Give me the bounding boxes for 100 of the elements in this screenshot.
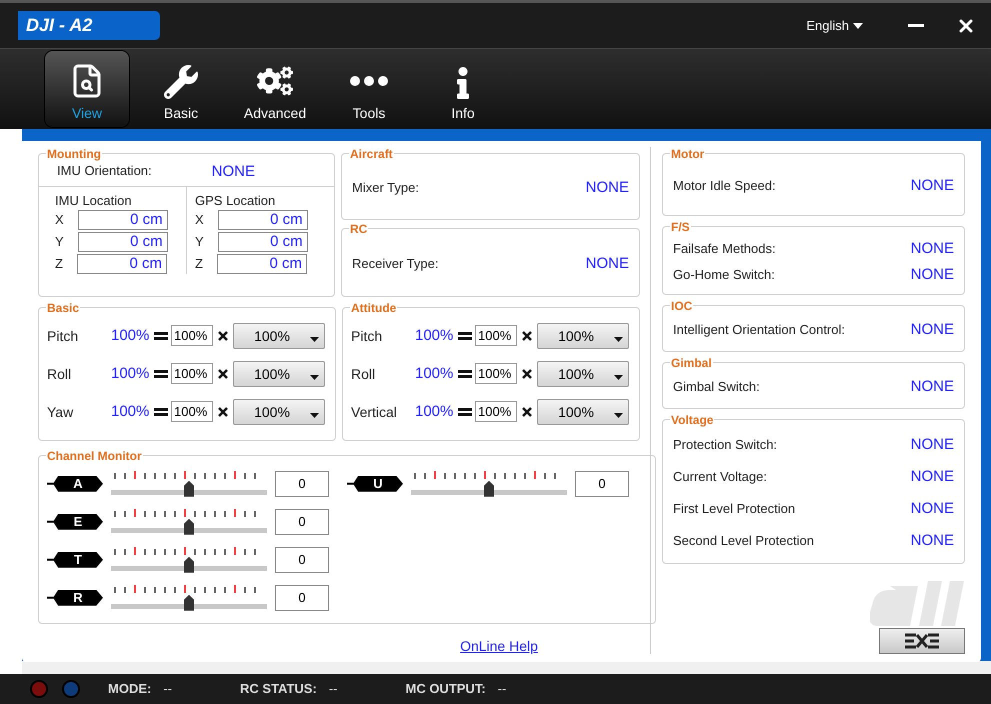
gain-result: 100% bbox=[111, 403, 150, 420]
multiplier-dropdown[interactable]: 100% bbox=[537, 360, 629, 387]
multiplier-dropdown[interactable]: 100% bbox=[233, 322, 325, 349]
setting-label: Current Voltage: bbox=[673, 469, 767, 484]
axis-label: Y bbox=[195, 234, 204, 250]
setting-value: NONE bbox=[910, 240, 954, 258]
language-dropdown[interactable]: English bbox=[806, 18, 863, 33]
gain-field[interactable]: 100% bbox=[475, 325, 517, 346]
toolbar-tab[interactable]: View bbox=[45, 50, 129, 127]
gain-field[interactable]: 100% bbox=[171, 363, 213, 384]
slider-thumb[interactable] bbox=[484, 480, 494, 497]
group-title: Channel Monitor bbox=[46, 448, 143, 463]
slider-thumb[interactable] bbox=[184, 480, 194, 497]
gain-result: 100% bbox=[415, 327, 454, 344]
axis-label: Roll bbox=[47, 366, 72, 382]
axis-label: Roll bbox=[351, 366, 376, 382]
channel-value-field[interactable]: 0 bbox=[275, 470, 329, 497]
axis-label: Vertical bbox=[351, 404, 398, 420]
axis-label: Z bbox=[195, 256, 203, 272]
setting-value: NONE bbox=[212, 162, 255, 180]
setting-label: Receiver Type: bbox=[352, 256, 438, 272]
group-title: Attitude bbox=[350, 300, 398, 315]
axis-label: X bbox=[55, 212, 64, 228]
group-title: Voltage bbox=[670, 412, 714, 427]
dots-icon bbox=[350, 76, 388, 86]
axis-label: Y bbox=[55, 234, 64, 250]
channel-value-field[interactable]: 0 bbox=[575, 470, 629, 497]
setting-value: NONE bbox=[910, 177, 954, 194]
setting-value: NONE bbox=[586, 179, 629, 196]
gain-result: 100% bbox=[111, 327, 150, 344]
setting-label: Intelligent Orientation Control: bbox=[673, 322, 845, 338]
channel-value-field[interactable]: 0 bbox=[275, 546, 329, 573]
setting-value: NONE bbox=[910, 266, 954, 284]
offset-field[interactable]: 0 cm bbox=[78, 210, 168, 230]
caret-icon bbox=[614, 336, 623, 342]
setting-label: First Level Protection bbox=[673, 501, 796, 516]
group-title: IOC bbox=[670, 298, 694, 313]
mode-toggle-button[interactable] bbox=[879, 628, 965, 654]
location-title: IMU Location bbox=[55, 192, 133, 208]
gain-field[interactable]: 100% bbox=[475, 401, 517, 422]
multiplier-dropdown[interactable]: 100% bbox=[537, 398, 629, 425]
group-title: Mounting bbox=[46, 146, 102, 161]
group-title: RC bbox=[349, 222, 368, 236]
toolbar-tab[interactable]: Info bbox=[421, 50, 505, 127]
caret-icon bbox=[310, 374, 319, 380]
caret-icon bbox=[310, 412, 319, 418]
offset-field[interactable]: 0 cm bbox=[78, 232, 168, 252]
channel-value-field[interactable]: 0 bbox=[275, 508, 329, 535]
status-label: MODE: bbox=[108, 681, 152, 696]
gain-result: 100% bbox=[111, 365, 150, 382]
caret-icon bbox=[310, 336, 319, 342]
offset-field[interactable]: 0 cm bbox=[218, 210, 308, 230]
caret-icon bbox=[614, 412, 623, 418]
setting-value: NONE bbox=[910, 436, 954, 454]
minimize-icon bbox=[908, 24, 924, 27]
gain-field[interactable]: 100% bbox=[475, 363, 517, 384]
multiplier-dropdown[interactable]: 100% bbox=[233, 398, 325, 425]
multiplier-dropdown[interactable]: 100% bbox=[537, 322, 629, 349]
setting-value: NONE bbox=[910, 321, 954, 338]
setting-value: NONE bbox=[910, 378, 954, 396]
axis-label: X bbox=[195, 212, 204, 228]
slider-thumb[interactable] bbox=[184, 518, 194, 535]
offset-field[interactable]: 0 cm bbox=[216, 254, 307, 274]
toolbar-tab[interactable]: Advanced bbox=[233, 50, 317, 127]
setting-value: NONE bbox=[910, 500, 954, 518]
setting-label: Second Level Protection bbox=[673, 533, 814, 548]
caret-icon bbox=[853, 22, 863, 28]
offset-field[interactable]: 0 cm bbox=[76, 254, 167, 274]
gain-field[interactable]: 100% bbox=[171, 401, 213, 422]
gain-result: 100% bbox=[415, 365, 454, 382]
gain-field[interactable]: 100% bbox=[171, 325, 213, 346]
axis-label: Pitch bbox=[47, 328, 80, 344]
setting-value: NONE bbox=[910, 532, 954, 550]
toolbar-tab[interactable]: Tools bbox=[327, 50, 411, 127]
setting-value: NONE bbox=[586, 255, 629, 272]
channel-label: T bbox=[47, 552, 103, 568]
group-title: Aircraft bbox=[349, 146, 394, 161]
channel-label: A bbox=[47, 476, 103, 492]
gain-result: 100% bbox=[415, 403, 454, 420]
setting-label: Failsafe Methods: bbox=[673, 241, 776, 256]
channel-label: E bbox=[47, 514, 103, 530]
group-title: F/S bbox=[670, 220, 691, 234]
setting-label: Motor Idle Speed: bbox=[673, 178, 776, 194]
online-help-link[interactable]: OnLine Help bbox=[460, 638, 538, 654]
app-title: DJI - A2 bbox=[18, 11, 160, 40]
cross-lines-icon bbox=[905, 632, 939, 650]
setting-label: Go-Home Switch: bbox=[673, 267, 775, 282]
toolbar-tab[interactable]: Basic bbox=[139, 50, 223, 127]
slider-thumb[interactable] bbox=[184, 594, 194, 611]
status-value: -- bbox=[163, 681, 172, 696]
slider-thumb[interactable] bbox=[184, 556, 194, 573]
setting-label: Gimbal Switch: bbox=[673, 379, 760, 394]
multiplier-dropdown[interactable]: 100% bbox=[233, 360, 325, 387]
channel-value-field[interactable]: 0 bbox=[275, 584, 329, 611]
setting-label: IMU Orientation: bbox=[57, 162, 152, 180]
offset-field[interactable]: 0 cm bbox=[218, 232, 308, 252]
axis-label: Pitch bbox=[351, 328, 384, 344]
setting-label: Mixer Type: bbox=[352, 180, 419, 196]
caret-icon bbox=[614, 374, 623, 380]
setting-value: NONE bbox=[910, 468, 954, 486]
